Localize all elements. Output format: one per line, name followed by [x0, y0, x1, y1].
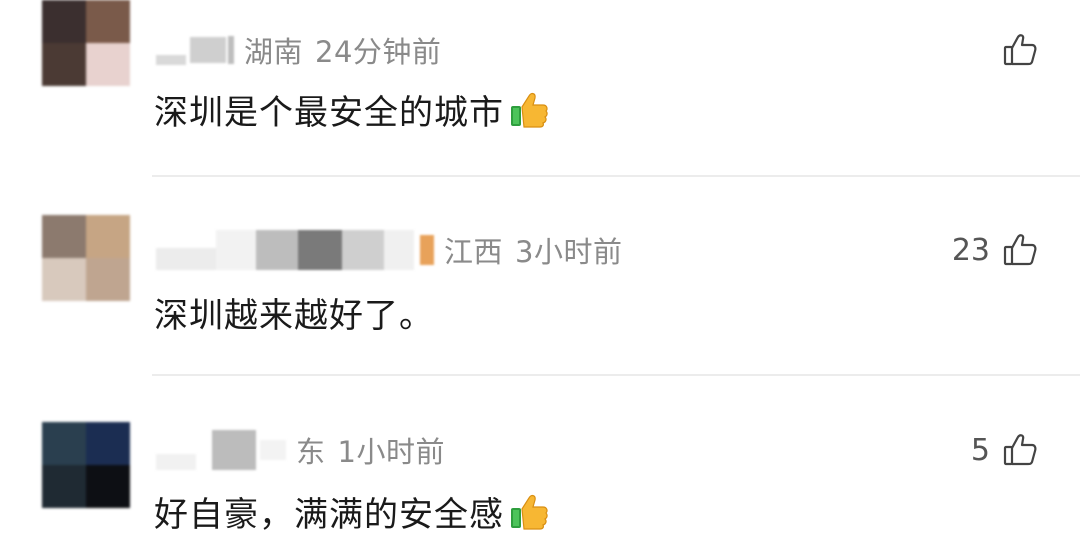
like-button[interactable] [990, 32, 1038, 68]
comment-text-content: 深圳越来越好了。 [154, 295, 434, 336]
comment-item[interactable]: 湖南 24分钟前 深圳是个最安全的城市 [0, 0, 1080, 176]
time-label: 24分钟前 [315, 35, 442, 69]
like-button[interactable]: 23 [952, 232, 1038, 268]
region-label: 东 [296, 435, 326, 469]
time-label: 3小时前 [515, 235, 623, 269]
like-count: 23 [951, 232, 990, 268]
avatar[interactable] [42, 215, 130, 301]
time-label: 1小时前 [337, 435, 445, 469]
like-button[interactable]: 5 [971, 432, 1038, 468]
thumbs-up-emoji-icon [511, 494, 548, 530]
redacted-username [156, 230, 434, 270]
redacted-username [156, 430, 286, 470]
thumbs-up-emoji-icon [511, 92, 548, 128]
thumbs-up-outline-icon [1003, 34, 1037, 66]
comment-text: 深圳越来越好了。 [154, 288, 434, 336]
thumbs-up-outline-icon [1003, 434, 1037, 466]
comment-item[interactable]: 江西 3小时前 深圳越来越好了。 23 [0, 178, 1080, 374]
region-label: 江西 [444, 235, 504, 269]
redacted-username [156, 35, 234, 65]
comment-meta: 江西 3小时前 [156, 230, 622, 270]
comment-meta: 东 1小时前 [156, 430, 445, 470]
avatar[interactable] [42, 422, 130, 508]
divider [152, 175, 1080, 177]
comment-meta: 湖南 24分钟前 [156, 30, 441, 70]
comment-text: 好自豪，满满的安全感 [154, 486, 550, 536]
comment-region-time: 东 1小时前 [296, 429, 445, 471]
comment-text-content: 深圳是个最安全的城市 [154, 92, 504, 133]
comment-text: 深圳是个最安全的城市 [154, 84, 550, 134]
comment-region-time: 江西 3小时前 [444, 229, 622, 271]
comment-text-content: 好自豪，满满的安全感 [154, 494, 504, 535]
comment-region-time: 湖南 24分钟前 [244, 29, 441, 71]
thumbs-up-outline-icon [1003, 234, 1037, 266]
like-count: 5 [970, 432, 990, 468]
comment-item[interactable]: 东 1小时前 好自豪，满满的安全感 5 [0, 376, 1080, 558]
avatar[interactable] [42, 0, 130, 86]
region-label: 湖南 [244, 35, 304, 69]
